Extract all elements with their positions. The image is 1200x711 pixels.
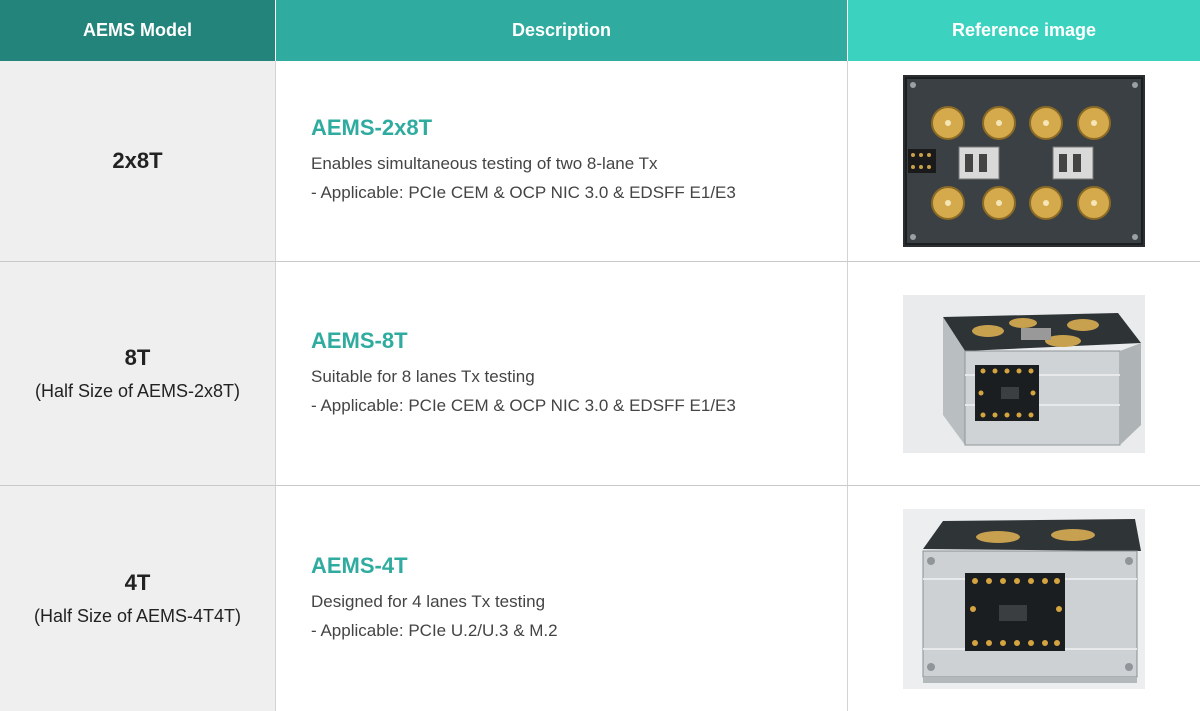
model-subtitle: (Half Size of AEMS-2x8T) (34, 381, 241, 401)
header-aems-model: AEMS Model (0, 0, 276, 61)
model-cell-2x8t: 2x8T (0, 61, 276, 262)
header-description: Description (276, 0, 848, 61)
description-line: Designed for 4 lanes Tx testing (311, 591, 546, 611)
applicable-line: - Applicable: PCIe CEM & OCP NIC 3.0 & E… (311, 183, 736, 202)
applicable-line: - Applicable: PCIe CEM & OCP NIC 3.0 & E… (311, 395, 736, 415)
product-title: AEMS-4T (311, 552, 408, 578)
reference-image-cell-4t (848, 486, 1200, 711)
aems-2x8t-product-image (903, 75, 1145, 247)
description-cell-2x8t: AEMS-2x8T Enables simultaneous testing o… (276, 61, 848, 262)
header-reference-image: Reference image (848, 0, 1200, 61)
description-line: Enables simultaneous testing of two 8-la… (311, 154, 658, 173)
description-cell-8t: AEMS-8T Suitable for 8 lanes Tx testing … (276, 262, 848, 486)
product-title: AEMS-8T (311, 327, 408, 353)
reference-image-cell-8t (848, 262, 1200, 486)
description-cell-4t: AEMS-4T Designed for 4 lanes Tx testing … (276, 486, 848, 711)
applicable-line: - Applicable: PCIe U.2/U.3 & M.2 (311, 620, 558, 640)
reference-image-cell-2x8t (848, 61, 1200, 262)
model-subtitle: (Half Size of AEMS-4T4T) (33, 606, 242, 626)
aems-8t-product-image (903, 294, 1145, 453)
description-line: Suitable for 8 lanes Tx testing (311, 366, 535, 386)
product-title: AEMS-2x8T (311, 115, 433, 140)
model-name: 2x8T (112, 148, 163, 173)
aems-model-table: AEMS Model Description Reference image 2… (0, 0, 1200, 711)
model-cell-4t: 4T (Half Size of AEMS-4T4T) (0, 486, 276, 711)
model-name: 4T (124, 570, 151, 595)
model-name: 8T (124, 345, 151, 370)
model-cell-8t: 8T (Half Size of AEMS-2x8T) (0, 262, 276, 486)
aems-4t-product-image (903, 508, 1145, 689)
